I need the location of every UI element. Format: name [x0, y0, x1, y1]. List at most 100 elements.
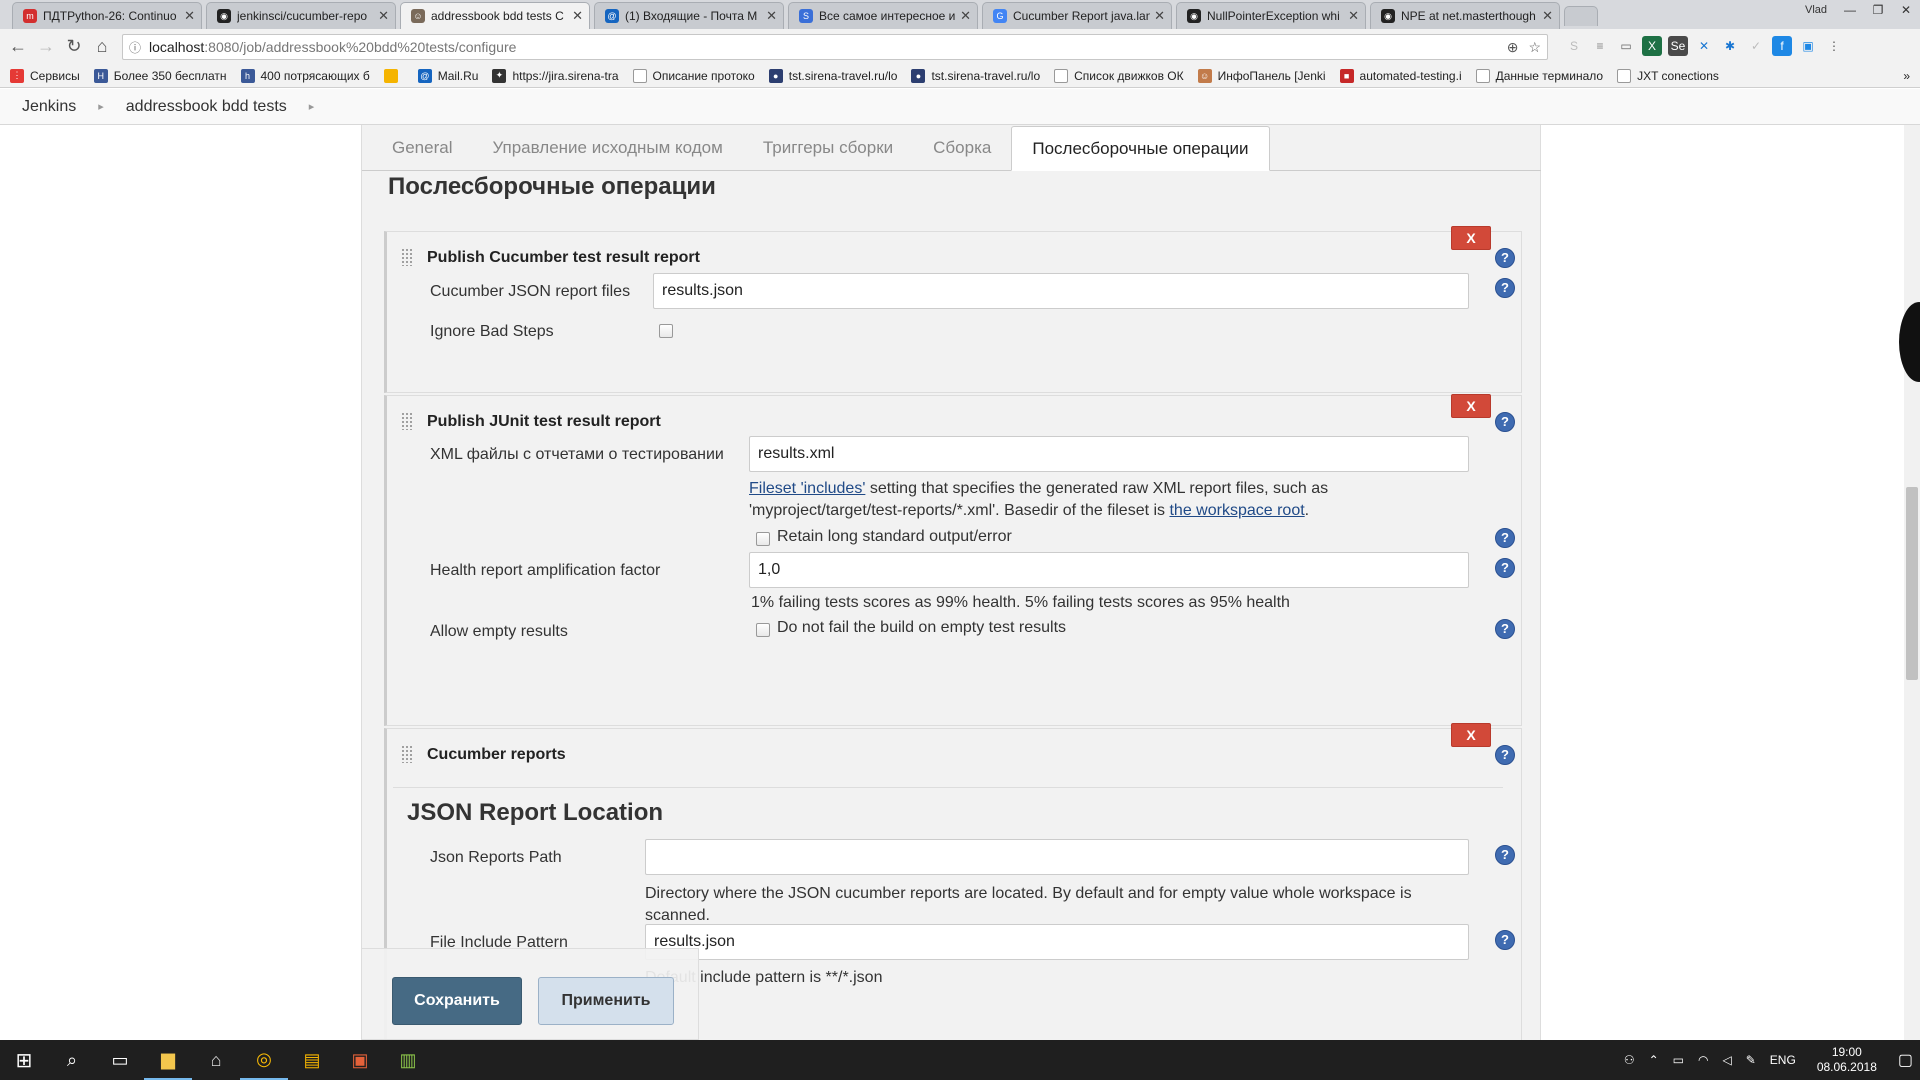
tool-icon[interactable]: ✕	[1694, 36, 1714, 56]
home-icon[interactable]: ⌂	[88, 33, 116, 61]
tab-post-build[interactable]: Послесборочные операции	[1011, 126, 1270, 171]
bookmark-item[interactable]: ● tst.sirena-travel.ru/lo	[768, 68, 897, 83]
workspace-root-link[interactable]: the workspace root	[1169, 502, 1304, 519]
bookmark-item[interactable]: h 400 потрясающих б	[240, 68, 370, 83]
help-icon[interactable]: ?	[1495, 930, 1515, 950]
reload-icon[interactable]: ↻	[60, 33, 88, 61]
help-icon[interactable]: ?	[1495, 745, 1515, 765]
zoom-icon[interactable]: ⊕	[1507, 39, 1519, 56]
bookmark-star-icon[interactable]: ☆	[1528, 39, 1541, 56]
drag-handle-icon[interactable]	[401, 248, 413, 266]
floating-widget[interactable]	[1899, 302, 1920, 382]
tool-icon[interactable]: ✱	[1720, 36, 1740, 56]
new-tab-button[interactable]	[1564, 6, 1598, 26]
delete-step-button[interactable]: X	[1451, 394, 1491, 418]
browser-tab[interactable]: ◉ NullPointerException whi ✕	[1176, 2, 1366, 29]
close-tab-icon[interactable]: ✕	[960, 8, 971, 24]
bookmark-item[interactable]: ■ automated-testing.i	[1339, 68, 1462, 83]
apply-button[interactable]: Применить	[538, 977, 674, 1025]
skype-icon[interactable]: S	[1564, 36, 1584, 56]
bookmark-item[interactable]	[383, 68, 404, 83]
retain-output-checkbox[interactable]	[756, 532, 770, 546]
store-icon[interactable]: ⌂	[192, 1040, 240, 1080]
bookmark-item[interactable]: ⋮ Сервисы	[10, 68, 80, 83]
extension-icon[interactable]: ≡	[1590, 36, 1610, 56]
close-tab-icon[interactable]: ✕	[378, 8, 389, 24]
more-bookmarks-icon[interactable]: »	[1903, 69, 1910, 83]
excel-icon[interactable]: X	[1642, 36, 1662, 56]
volume-icon[interactable]: ◁	[1723, 1053, 1732, 1067]
help-icon[interactable]: ?	[1495, 528, 1515, 548]
tab-build[interactable]: Сборка	[913, 126, 1011, 170]
database-icon[interactable]: ▤	[288, 1040, 336, 1080]
close-window-icon[interactable]: ✕	[1892, 3, 1920, 17]
help-icon[interactable]: ?	[1495, 558, 1515, 578]
include-pattern-input[interactable]: results.json	[645, 924, 1469, 960]
language-indicator[interactable]: ENG	[1770, 1053, 1796, 1067]
bookmark-item[interactable]: Список движков ОК	[1054, 68, 1184, 83]
search-icon[interactable]: ⌕	[48, 1040, 96, 1080]
pen-icon[interactable]: ✎	[1746, 1053, 1756, 1067]
scrollbar-thumb[interactable]	[1906, 487, 1918, 680]
menu-icon[interactable]: ⋮	[1824, 36, 1844, 56]
bookmark-item[interactable]: Описание протоко	[632, 68, 755, 83]
help-icon[interactable]: ?	[1495, 619, 1515, 639]
chrome-icon[interactable]: ◎	[240, 1040, 288, 1080]
clock[interactable]: 19:00 08.06.2018	[1810, 1045, 1884, 1075]
forward-arrow-icon[interactable]: →	[32, 33, 60, 61]
breadcrumb-jenkins[interactable]: Jenkins	[0, 98, 98, 116]
bookmark-item[interactable]: Данные терминало	[1475, 68, 1603, 83]
app-icon[interactable]: ▥	[384, 1040, 432, 1080]
extension-icon[interactable]: f	[1772, 36, 1792, 56]
people-icon[interactable]: ⚇	[1624, 1053, 1635, 1067]
close-tab-icon[interactable]: ✕	[184, 8, 195, 24]
browser-tab[interactable]: S Все самое интересное и ✕	[788, 2, 978, 29]
browser-tab[interactable]: @ (1) Входящие - Почта M ✕	[594, 2, 784, 29]
chevron-up-icon[interactable]: ⌃	[1649, 1053, 1659, 1067]
close-tab-icon[interactable]: ✕	[766, 8, 777, 24]
chevron-right-icon[interactable]: ▸	[309, 100, 315, 113]
help-icon[interactable]: ?	[1495, 845, 1515, 865]
address-bar[interactable]: ⓘ localhost:8080/job/addressbook%20bdd%2…	[122, 34, 1548, 60]
windows-start-icon[interactable]: ⊞	[0, 1040, 48, 1080]
drag-handle-icon[interactable]	[401, 412, 413, 430]
task-view-icon[interactable]: ▭	[96, 1040, 144, 1080]
browser-tab[interactable]: G Cucumber Report java.lan ✕	[982, 2, 1172, 29]
notifications-icon[interactable]: ▢	[1898, 1050, 1913, 1070]
browser-tab-active[interactable]: ☺ addressbook bdd tests C ✕	[400, 2, 590, 29]
bookmark-item[interactable]: ✦ https://jira.sirena-tra	[492, 68, 619, 83]
cast-icon[interactable]: ▭	[1616, 36, 1636, 56]
allow-empty-checkbox[interactable]	[756, 623, 770, 637]
browser-tab[interactable]: ◉ jenkinsci/cucumber-repo ✕	[206, 2, 396, 29]
xml-files-input[interactable]: results.xml	[749, 436, 1469, 472]
drag-handle-icon[interactable]	[401, 745, 413, 763]
health-factor-input[interactable]: 1,0	[749, 552, 1469, 588]
bookmark-item[interactable]: ● tst.sirena-travel.ru/lo	[911, 68, 1040, 83]
app-icon[interactable]: ▣	[336, 1040, 384, 1080]
browser-tab[interactable]: ◉ NPE at net.masterthough ✕	[1370, 2, 1560, 29]
file-explorer-icon[interactable]: ▆	[144, 1040, 192, 1080]
close-tab-icon[interactable]: ✕	[1154, 8, 1165, 24]
selenium-icon[interactable]: Se	[1668, 36, 1688, 56]
bookmark-item[interactable]: @ Mail.Ru	[417, 68, 478, 83]
bookmark-item[interactable]: JXT conections	[1617, 68, 1719, 83]
screen-icon[interactable]: ▣	[1798, 36, 1818, 56]
network-icon[interactable]: ◠	[1698, 1053, 1708, 1067]
help-icon[interactable]: ?	[1495, 278, 1515, 298]
help-icon[interactable]: ?	[1495, 248, 1515, 268]
bookmark-item[interactable]: ☺ ИнфоПанель [Jenki	[1197, 68, 1326, 83]
close-tab-icon[interactable]: ✕	[1542, 8, 1553, 24]
maximize-icon[interactable]: ❐	[1864, 3, 1892, 17]
breadcrumb-job[interactable]: addressbook bdd tests	[104, 98, 309, 116]
battery-icon[interactable]: ▭	[1673, 1053, 1684, 1067]
close-tab-icon[interactable]: ✕	[572, 8, 583, 24]
ignore-bad-steps-checkbox[interactable]	[659, 324, 673, 338]
minimize-icon[interactable]: —	[1836, 3, 1864, 17]
delete-step-button[interactable]: X	[1451, 226, 1491, 250]
close-tab-icon[interactable]: ✕	[1348, 8, 1359, 24]
help-icon[interactable]: ?	[1495, 412, 1515, 432]
tab-build-triggers[interactable]: Триггеры сборки	[743, 126, 913, 170]
page-info-icon[interactable]: ⓘ	[129, 39, 141, 56]
json-path-input[interactable]	[645, 839, 1469, 875]
bookmark-item[interactable]: H Более 350 бесплатн	[93, 68, 227, 83]
